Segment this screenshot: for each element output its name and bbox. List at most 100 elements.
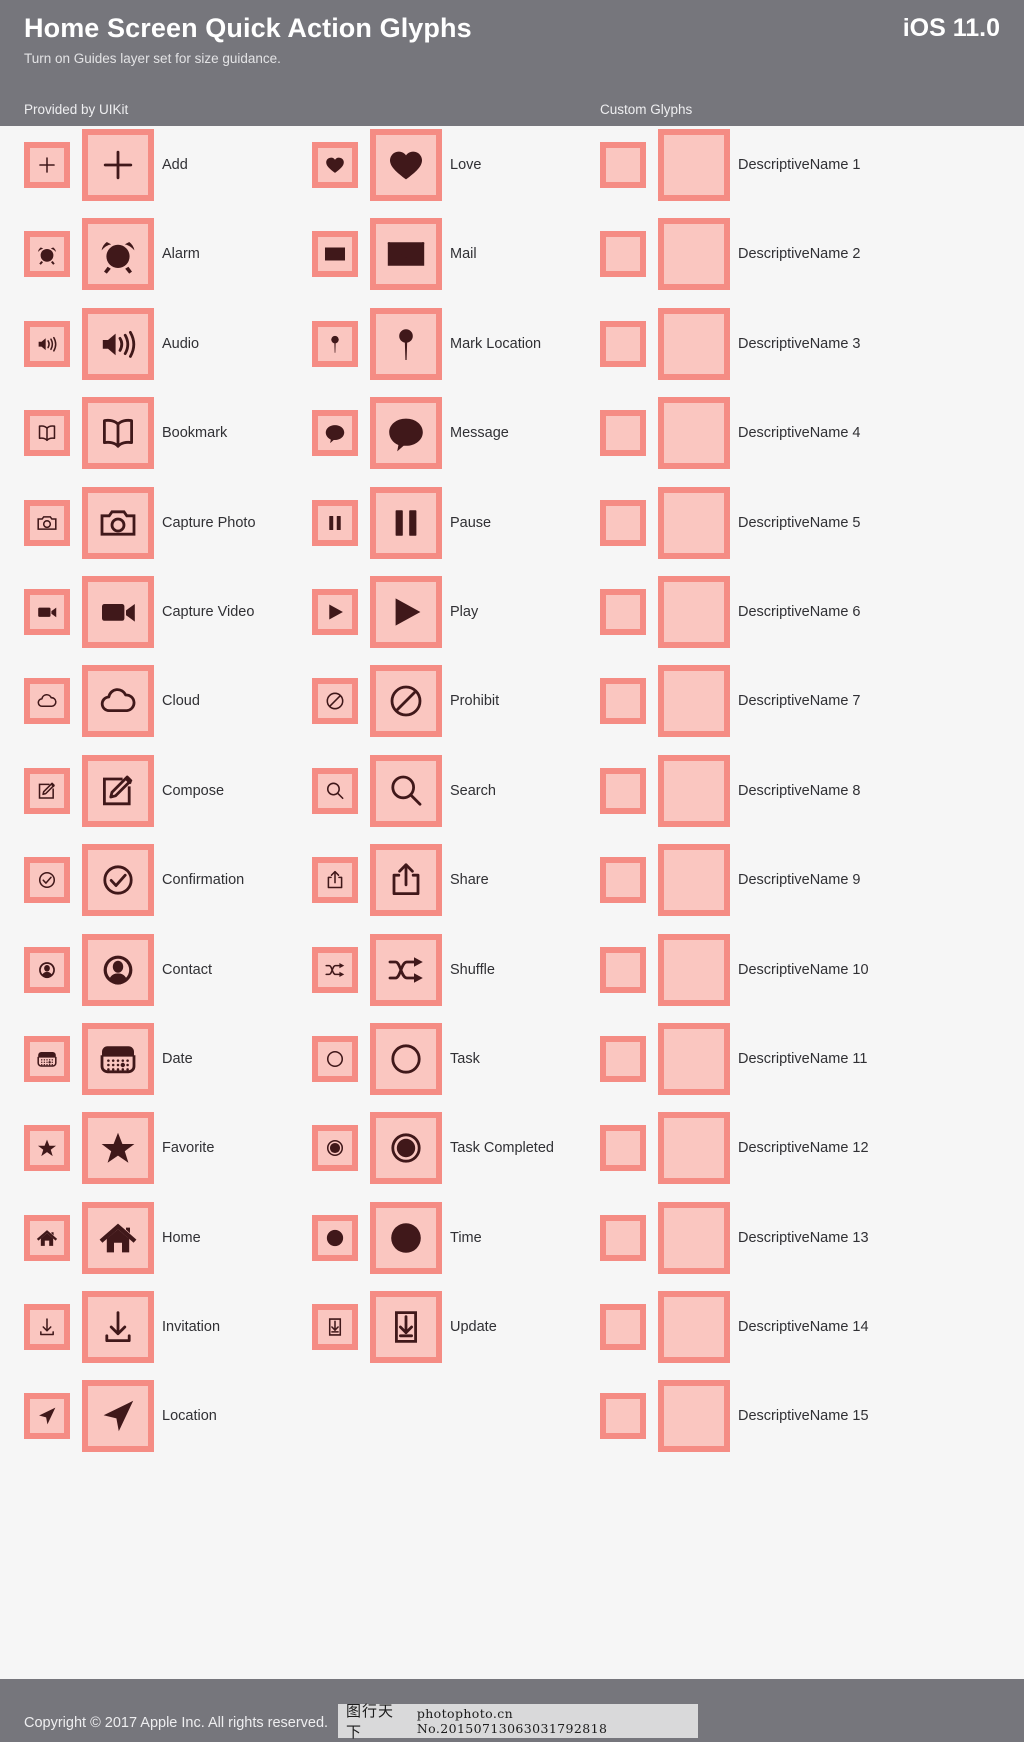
glyph-box-fill — [606, 1310, 640, 1345]
glyph-small-audio-icon[interactable] — [24, 320, 70, 367]
glyph-small-task-completed-icon[interactable] — [312, 1125, 358, 1172]
glyph-small-cloud-icon[interactable] — [24, 678, 70, 725]
glyph-large-favorite-icon[interactable] — [82, 1112, 154, 1185]
glyph-small-share-icon[interactable] — [312, 857, 358, 904]
glyph-large-message-icon[interactable] — [370, 397, 442, 470]
glyph-label: Alarm — [162, 246, 200, 263]
glyph-small-empty-glyph[interactable] — [600, 678, 646, 725]
glyph-large-empty-glyph[interactable] — [658, 933, 730, 1006]
glyph-large-time-icon[interactable] — [370, 1201, 442, 1274]
glyph-small-home-icon[interactable] — [24, 1214, 70, 1261]
glyph-small-empty-glyph[interactable] — [600, 1125, 646, 1172]
glyph-small-pause-icon[interactable] — [312, 499, 358, 546]
glyph-large-empty-glyph[interactable] — [658, 665, 730, 738]
glyph-small-time-icon[interactable] — [312, 1214, 358, 1261]
mail-icon — [318, 237, 352, 271]
glyph-small-favorite-icon[interactable] — [24, 1125, 70, 1172]
glyph-label: DescriptiveName 15 — [738, 1408, 869, 1425]
glyph-small-search-icon[interactable] — [312, 767, 358, 814]
glyph-small-shuffle-icon[interactable] — [312, 946, 358, 993]
glyph-large-share-icon[interactable] — [370, 844, 442, 917]
glyph-large-empty-glyph[interactable] — [658, 1291, 730, 1364]
glyph-large-empty-glyph[interactable] — [658, 1201, 730, 1274]
glyph-large-empty-glyph[interactable] — [658, 218, 730, 291]
glyph-large-love-icon[interactable] — [370, 129, 442, 201]
glyph-box-fill — [88, 1207, 148, 1268]
glyph-large-task-completed-icon[interactable] — [370, 1112, 442, 1185]
glyph-small-love-icon[interactable] — [312, 142, 358, 188]
glyph-box-fill — [606, 148, 640, 182]
glyph-small-capture-video-icon[interactable] — [24, 588, 70, 635]
glyph-small-empty-glyph[interactable] — [600, 1393, 646, 1440]
glyph-small-message-icon[interactable] — [312, 410, 358, 457]
glyph-large-cloud-icon[interactable] — [82, 665, 154, 738]
glyph-large-prohibit-icon[interactable] — [370, 665, 442, 738]
glyph-large-capture-video-icon[interactable] — [82, 575, 154, 648]
shuffle-icon — [376, 940, 436, 1000]
watermark-cn-text: 图行天下 — [346, 1702, 395, 1741]
glyph-small-empty-glyph[interactable] — [600, 946, 646, 993]
glyph-large-bookmark-icon[interactable] — [82, 397, 154, 470]
glyph-small-confirmation-icon[interactable] — [24, 857, 70, 904]
glyph-small-location-icon[interactable] — [24, 1393, 70, 1440]
glyph-label: DescriptiveName 6 — [738, 603, 861, 620]
glyph-small-empty-glyph[interactable] — [600, 410, 646, 457]
glyph-large-invitation-icon[interactable] — [82, 1291, 154, 1364]
glyph-small-contact-icon[interactable] — [24, 946, 70, 993]
glyph-large-add-icon[interactable] — [82, 129, 154, 201]
glyph-large-capture-photo-icon[interactable] — [82, 486, 154, 559]
glyph-small-task-icon[interactable] — [312, 1035, 358, 1082]
glyph-small-empty-glyph[interactable] — [600, 231, 646, 278]
glyph-large-empty-glyph[interactable] — [658, 397, 730, 470]
glyph-large-empty-glyph[interactable] — [658, 575, 730, 648]
glyph-small-update-icon[interactable] — [312, 1304, 358, 1351]
glyph-large-empty-glyph[interactable] — [658, 754, 730, 827]
glyph-large-location-icon[interactable] — [82, 1380, 154, 1453]
glyph-box-fill — [318, 326, 352, 361]
glyph-large-task-icon[interactable] — [370, 1022, 442, 1095]
glyph-small-invitation-icon[interactable] — [24, 1304, 70, 1351]
mark-location-icon — [376, 314, 436, 374]
glyph-small-empty-glyph[interactable] — [600, 142, 646, 188]
glyph-large-pause-icon[interactable] — [370, 486, 442, 559]
glyph-large-compose-icon[interactable] — [82, 754, 154, 827]
glyph-large-mark-location-icon[interactable] — [370, 307, 442, 380]
glyph-small-empty-glyph[interactable] — [600, 857, 646, 904]
glyph-small-date-icon[interactable] — [24, 1035, 70, 1082]
glyph-large-empty-glyph[interactable] — [658, 129, 730, 201]
glyph-large-contact-icon[interactable] — [82, 933, 154, 1006]
glyph-large-play-icon[interactable] — [370, 575, 442, 648]
glyph-small-empty-glyph[interactable] — [600, 588, 646, 635]
glyph-small-capture-photo-icon[interactable] — [24, 499, 70, 546]
glyph-large-alarm-icon[interactable] — [82, 218, 154, 291]
glyph-large-update-icon[interactable] — [370, 1291, 442, 1364]
glyph-large-empty-glyph[interactable] — [658, 1022, 730, 1095]
glyph-small-add-icon[interactable] — [24, 142, 70, 188]
glyph-large-date-icon[interactable] — [82, 1022, 154, 1095]
glyph-small-bookmark-icon[interactable] — [24, 410, 70, 457]
glyph-large-search-icon[interactable] — [370, 754, 442, 827]
glyph-large-empty-glyph[interactable] — [658, 844, 730, 917]
glyph-large-empty-glyph[interactable] — [658, 1112, 730, 1185]
glyph-large-empty-glyph[interactable] — [658, 1380, 730, 1453]
glyph-large-empty-glyph[interactable] — [658, 486, 730, 559]
glyph-large-mail-icon[interactable] — [370, 218, 442, 291]
glyph-large-shuffle-icon[interactable] — [370, 933, 442, 1006]
glyph-small-empty-glyph[interactable] — [600, 320, 646, 367]
glyph-small-empty-glyph[interactable] — [600, 499, 646, 546]
glyph-small-alarm-icon[interactable] — [24, 231, 70, 278]
glyph-large-empty-glyph[interactable] — [658, 307, 730, 380]
glyph-small-prohibit-icon[interactable] — [312, 678, 358, 725]
glyph-large-confirmation-icon[interactable] — [82, 844, 154, 917]
glyph-small-empty-glyph[interactable] — [600, 767, 646, 814]
glyph-small-mark-location-icon[interactable] — [312, 320, 358, 367]
glyph-small-empty-glyph[interactable] — [600, 1214, 646, 1261]
glyph-large-audio-icon[interactable] — [82, 307, 154, 380]
glyph-small-play-icon[interactable] — [312, 588, 358, 635]
glyph-small-empty-glyph[interactable] — [600, 1304, 646, 1351]
glyph-box-fill — [606, 416, 640, 451]
glyph-small-empty-glyph[interactable] — [600, 1035, 646, 1082]
glyph-small-compose-icon[interactable] — [24, 767, 70, 814]
glyph-small-mail-icon[interactable] — [312, 231, 358, 278]
glyph-large-home-icon[interactable] — [82, 1201, 154, 1274]
